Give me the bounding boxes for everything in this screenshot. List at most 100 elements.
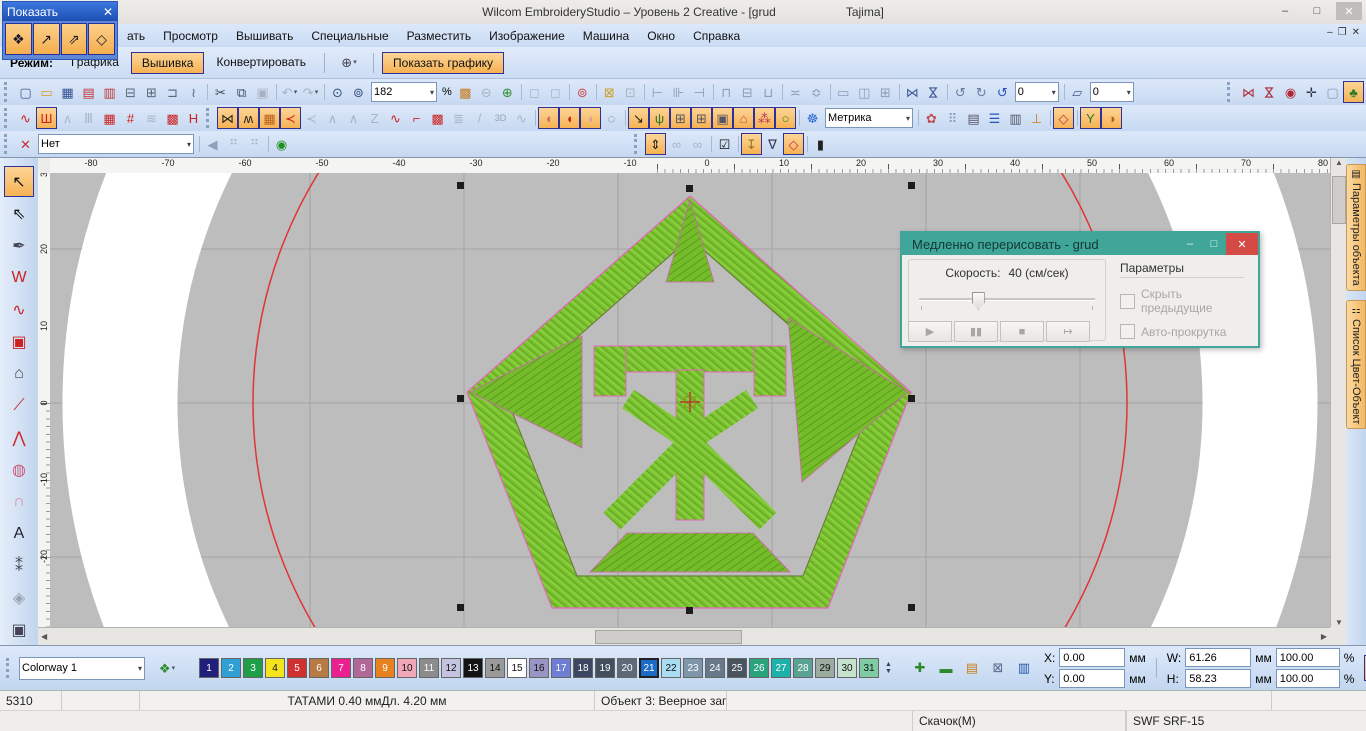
restore-button[interactable]: □ bbox=[1304, 2, 1330, 20]
knife-tool[interactable]: ✒ bbox=[4, 230, 34, 261]
lacework-fill-button[interactable]: ▩ bbox=[427, 107, 448, 129]
menu-item-Окно[interactable]: Окно bbox=[638, 27, 684, 45]
pause-button[interactable]: ▮▮ bbox=[954, 321, 998, 342]
palette-scroll-spinner[interactable]: ▲▼ bbox=[885, 661, 892, 675]
effect-3d-button[interactable]: 3D bbox=[490, 107, 511, 129]
toolbar-grip[interactable] bbox=[4, 108, 13, 128]
satin-stitch-button[interactable]: ∿ bbox=[15, 107, 36, 129]
color-swatch-31[interactable]: 31 bbox=[859, 658, 879, 678]
arc-object-tool[interactable]: ∩ bbox=[4, 486, 34, 517]
jump-to-point-button[interactable]: ◇ bbox=[88, 23, 115, 55]
space-evenly-vertical-button[interactable]: ≎ bbox=[806, 81, 827, 103]
color-swatch-8[interactable]: 8 bbox=[353, 658, 373, 678]
x-field[interactable]: 0.00 bbox=[1059, 648, 1125, 667]
travel-by-function-button[interactable]: ⇗ bbox=[61, 23, 88, 55]
monogramming-tool[interactable]: ◈ bbox=[4, 582, 34, 613]
metric-system-combobox[interactable]: Метрика▾ bbox=[825, 108, 913, 128]
export-machine-file-button[interactable]: ⊐ bbox=[162, 81, 183, 103]
fill-object-button[interactable]: ◖ bbox=[538, 107, 559, 129]
run-ellipse-button[interactable]: ◌ bbox=[601, 107, 622, 129]
stair-fill-button[interactable]: ⌐ bbox=[406, 107, 427, 129]
motif-fill-button[interactable]: ▩ bbox=[162, 107, 183, 129]
dialog-close-button[interactable]: ✕ bbox=[1226, 233, 1258, 255]
color-swatch-14[interactable]: 14 bbox=[485, 658, 505, 678]
color-swatch-18[interactable]: 18 bbox=[573, 658, 593, 678]
print-button[interactable]: ⊟ bbox=[120, 81, 141, 103]
scale-y-field[interactable]: 100.00 bbox=[1276, 669, 1340, 688]
space-evenly-horizontal-button[interactable]: ≍ bbox=[785, 81, 806, 103]
design-information-button[interactable]: ▥ bbox=[99, 81, 120, 103]
fancy-fill-button[interactable]: ⋈ bbox=[217, 107, 238, 129]
show-grid-button[interactable]: ⊞ bbox=[670, 107, 691, 129]
array-button[interactable]: ▢ bbox=[1322, 81, 1343, 103]
color-swatch-29[interactable]: 29 bbox=[815, 658, 835, 678]
slider-thumb[interactable] bbox=[972, 292, 985, 310]
rotate-ccw-45-button[interactable]: ↺ bbox=[950, 81, 971, 103]
grid-reference-button[interactable]: ⊞ bbox=[691, 107, 712, 129]
zoom-button[interactable]: ⊙ bbox=[327, 81, 348, 103]
penetration-point-button[interactable]: ◇ bbox=[783, 133, 804, 155]
circle-object-tool[interactable]: ◍ bbox=[4, 454, 34, 485]
menu-item-Справка[interactable]: Справка bbox=[684, 27, 749, 45]
object-browser-button[interactable]: ▤ bbox=[963, 107, 984, 129]
color-swatch-28[interactable]: 28 bbox=[793, 658, 813, 678]
travel-by-object-button[interactable]: ∞ bbox=[687, 133, 708, 155]
align-center-vertical-button[interactable]: ⊪ bbox=[668, 81, 689, 103]
show-connectors-button[interactable]: ⠛ bbox=[244, 133, 265, 155]
toolbar-grip[interactable] bbox=[1227, 82, 1236, 102]
color-swatch-27[interactable]: 27 bbox=[771, 658, 791, 678]
horizontal-ruler[interactable]: -80-70-60-50-40-30-20-100102030405060708… bbox=[50, 158, 1330, 174]
hoop-globe-button[interactable]: ⊕ ▾ bbox=[333, 52, 365, 74]
remove-color-button[interactable]: ▬ bbox=[934, 658, 958, 679]
toolbar-grip[interactable] bbox=[4, 134, 13, 154]
mode-embroidery-button[interactable]: Вышивка bbox=[131, 52, 205, 74]
thread-colors-button[interactable]: ▤ bbox=[960, 658, 984, 679]
cut-button[interactable]: ✂ bbox=[210, 81, 231, 103]
color-swatch-11[interactable]: 11 bbox=[419, 658, 439, 678]
feather-up-button[interactable]: ∧ bbox=[322, 107, 343, 129]
fan-fill-button[interactable]: ≺ bbox=[280, 107, 301, 129]
radial-fill-button[interactable]: ≺ bbox=[301, 107, 322, 129]
reflect-tool-button[interactable]: ♣ bbox=[1343, 81, 1364, 103]
funnel-filter-button[interactable]: ∇ bbox=[762, 133, 783, 155]
color-swatch-17[interactable]: 17 bbox=[551, 658, 571, 678]
zoom-box-button[interactable]: ▩ bbox=[455, 81, 476, 103]
vertical-scrollbar[interactable]: ▲ ▼ bbox=[1330, 158, 1347, 627]
scroll-right-icon[interactable]: ▶ bbox=[1321, 632, 1327, 641]
scroll-down-icon[interactable]: ▼ bbox=[1335, 618, 1343, 627]
stitch-list-button[interactable]: ☰ bbox=[984, 107, 1005, 129]
minimize-button[interactable]: – bbox=[1272, 2, 1298, 20]
toolbar-grip[interactable] bbox=[4, 82, 13, 102]
scroll-up-icon[interactable]: ▲ bbox=[1335, 158, 1343, 167]
color-swatch-6[interactable]: 6 bbox=[309, 658, 329, 678]
rotate-cw-45-button[interactable]: ↻ bbox=[971, 81, 992, 103]
redo-button[interactable]: ↷▾ bbox=[300, 81, 321, 103]
color-swatch-12[interactable]: 12 bbox=[441, 658, 461, 678]
vertical-scroll-thumb[interactable] bbox=[1332, 176, 1346, 224]
branching-tool-button[interactable]: Y bbox=[1080, 107, 1101, 129]
design-properties-button[interactable]: ▤ bbox=[78, 81, 99, 103]
color-swatch-21[interactable]: 21 bbox=[639, 658, 659, 678]
lettering-art-tool[interactable]: W bbox=[4, 262, 34, 293]
color-swatch-15[interactable]: 15 bbox=[507, 658, 527, 678]
color-swatch-19[interactable]: 19 bbox=[595, 658, 615, 678]
mirror-horizontal-button[interactable]: ⋈ bbox=[902, 81, 923, 103]
undo-button[interactable]: ↶▾ bbox=[279, 81, 300, 103]
step-button[interactable]: ↦ bbox=[1046, 321, 1090, 342]
dialog-maximize-button[interactable]: □ bbox=[1202, 233, 1226, 255]
horizontal-scroll-thumb[interactable] bbox=[595, 630, 742, 644]
select-object-tool[interactable]: ↖ bbox=[4, 166, 34, 197]
align-top-button[interactable]: ⊓ bbox=[716, 81, 737, 103]
y-field[interactable]: 0.00 bbox=[1059, 669, 1125, 688]
lock-button[interactable]: ⊠ bbox=[599, 81, 620, 103]
colorway-editor-button[interactable]: ❖ ▾ bbox=[151, 657, 183, 679]
add-color-button[interactable]: ✚ bbox=[908, 658, 932, 679]
color-swatch-25[interactable]: 25 bbox=[727, 658, 747, 678]
color-swatch-22[interactable]: 22 bbox=[661, 658, 681, 678]
align-left-button[interactable]: ⊢ bbox=[647, 81, 668, 103]
align-middle-button[interactable]: ⊟ bbox=[737, 81, 758, 103]
speed-slider[interactable] bbox=[919, 292, 1095, 310]
column-stitch-button[interactable]: Ш bbox=[36, 107, 57, 129]
mirror-merge-horizontal-button[interactable]: ⋈ bbox=[1238, 81, 1259, 103]
dialog-minimize-button[interactable]: – bbox=[1178, 233, 1202, 255]
